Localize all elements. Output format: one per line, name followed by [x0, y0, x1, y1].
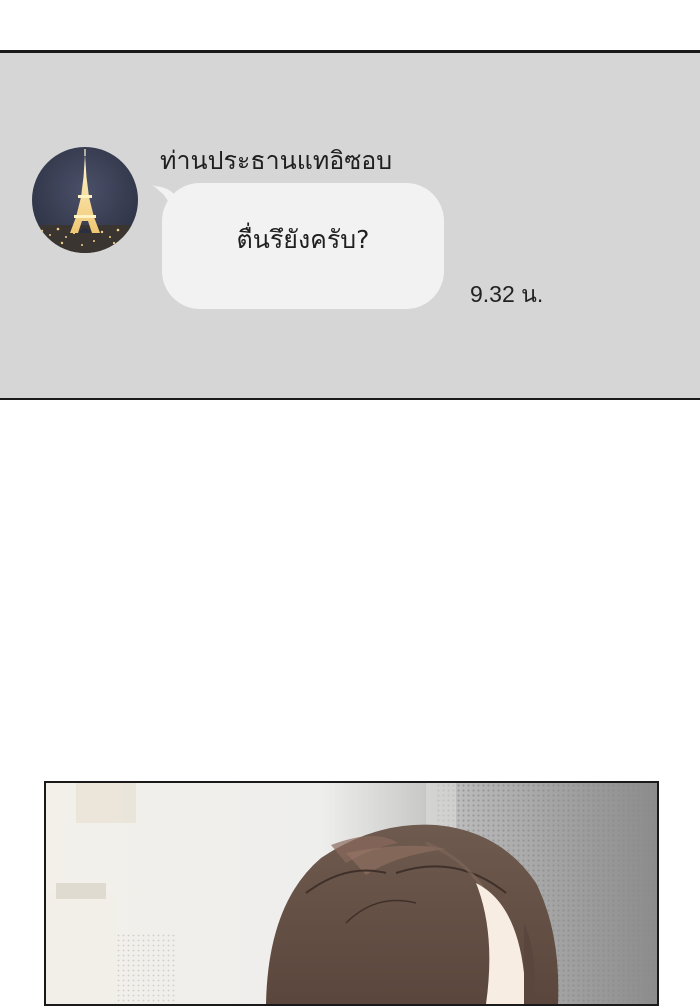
contact-avatar[interactable]	[32, 147, 138, 253]
message-text: ตื่นรึยังครับ?	[236, 225, 370, 254]
sender-name: ท่านประธานแทอิซอบ	[160, 146, 393, 175]
message-bubble[interactable]: ตื่นรึยังครับ?	[162, 183, 444, 309]
message-timestamp: 9.32 น.	[470, 281, 544, 307]
comic-panel	[44, 781, 659, 1006]
chat-notification-panel: ท่านประธานแทอิซอบ ตื่นรึยังครับ? 9.32 น.	[0, 50, 700, 400]
eiffel-tower-avatar-icon	[32, 147, 138, 253]
woman-hair-illustration	[46, 783, 657, 1004]
